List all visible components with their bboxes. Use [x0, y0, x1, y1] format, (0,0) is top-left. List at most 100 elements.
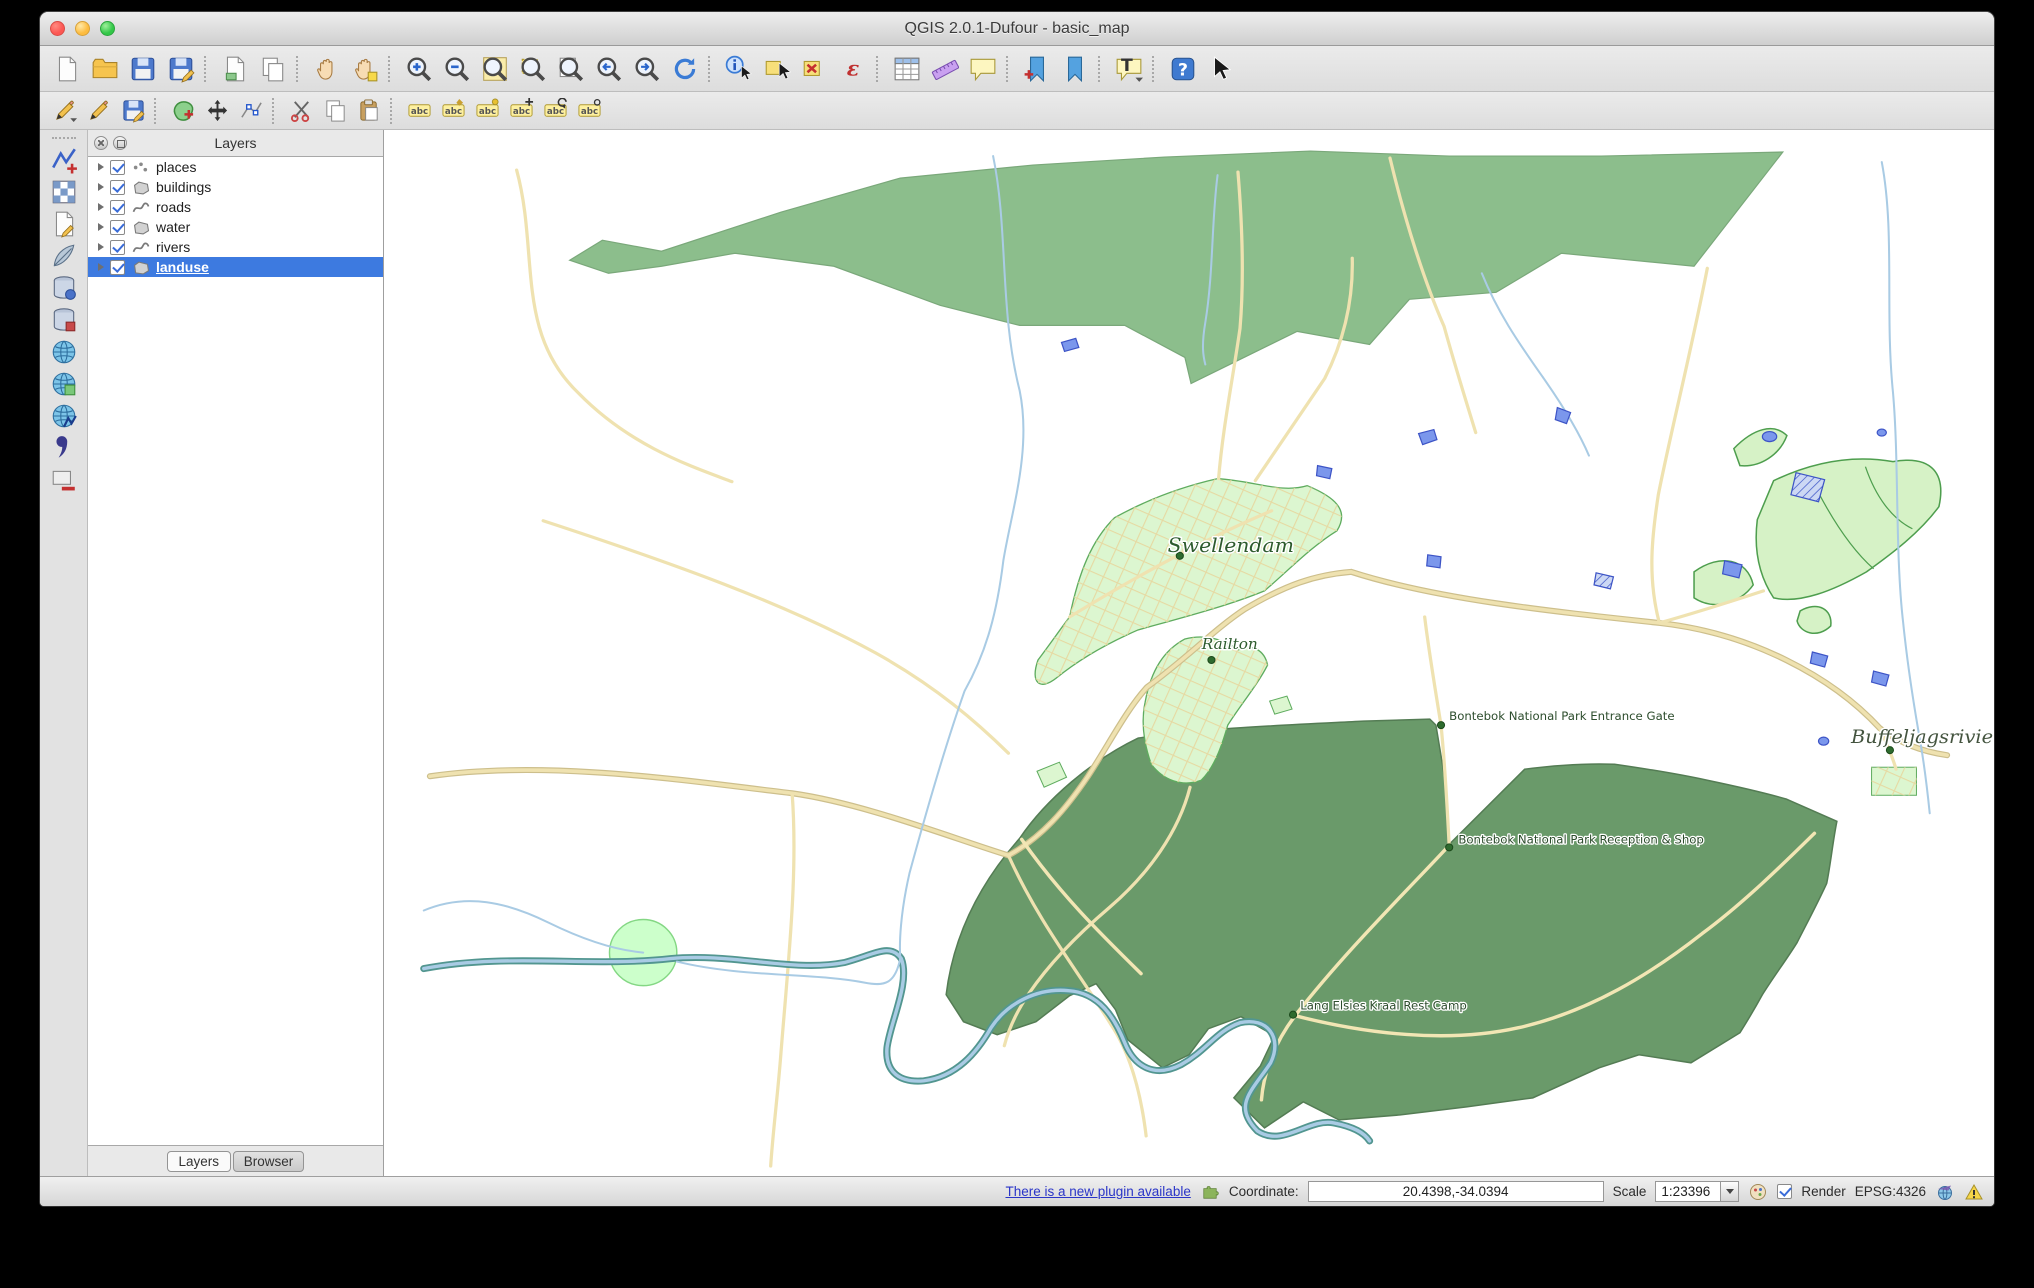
paste-features-button[interactable]: [352, 95, 386, 127]
new-shapefile-layer-button[interactable]: [45, 208, 83, 240]
layer-row-roads[interactable]: roads: [88, 197, 383, 217]
pin-unpin-labels-button[interactable]: abc: [436, 95, 470, 127]
scale-input[interactable]: [1656, 1182, 1721, 1201]
layer-checkbox[interactable]: [110, 219, 125, 235]
select-features-button[interactable]: [758, 50, 796, 88]
move-feature-button[interactable]: [200, 95, 234, 127]
layer-row-rivers[interactable]: rivers: [88, 237, 383, 257]
cut-features-button[interactable]: [284, 95, 318, 127]
national-park-polygon: [945, 718, 1838, 1129]
layer-row-water[interactable]: water: [88, 217, 383, 237]
deselect-features-button[interactable]: [796, 50, 834, 88]
remove-layer-button[interactable]: [45, 464, 83, 496]
add-wms-layer-button[interactable]: [45, 336, 83, 368]
new-bookmark-button[interactable]: [1018, 50, 1056, 88]
scale-dropdown-button[interactable]: [1720, 1182, 1739, 1201]
copy-icon: [323, 98, 348, 123]
layer-checkbox[interactable]: [110, 159, 125, 175]
zoom-in-button[interactable]: [400, 50, 438, 88]
node-tool-icon: [240, 102, 262, 118]
save-layer-edits-button[interactable]: [116, 95, 150, 127]
pan-map-to-selection-button[interactable]: [346, 50, 384, 88]
add-raster-layer-button[interactable]: [45, 176, 83, 208]
add-feature-button[interactable]: [166, 95, 200, 127]
expand-arrow-icon[interactable]: [94, 223, 108, 231]
pan-map-button[interactable]: [308, 50, 346, 88]
expand-arrow-icon[interactable]: [94, 163, 108, 171]
expand-arrow-icon[interactable]: [94, 183, 108, 191]
composer-manager-button[interactable]: [254, 50, 292, 88]
layer-checkbox[interactable]: [110, 199, 125, 215]
road-northwest: [515, 168, 734, 484]
open-project-button[interactable]: [86, 50, 124, 88]
layer-row-buildings[interactable]: buildings: [88, 177, 383, 197]
zoom-out-button[interactable]: [438, 50, 476, 88]
window-titlebar[interactable]: QGIS 2.0.1-Dufour - basic_map: [40, 12, 1994, 46]
tab-layers[interactable]: Layers: [166, 1150, 231, 1172]
plugin-icon[interactable]: [1200, 1182, 1220, 1202]
layer-checkbox[interactable]: [110, 239, 125, 255]
measure-line-button[interactable]: [926, 50, 964, 88]
labeling-options-button[interactable]: abc: [402, 95, 436, 127]
tab-browser[interactable]: Browser: [232, 1150, 305, 1172]
add-postgis-layer-button[interactable]: [45, 272, 83, 304]
scale-combo[interactable]: [1655, 1181, 1740, 1202]
highlight-pinned-labels-button[interactable]: abc: [470, 95, 504, 127]
save-project-button[interactable]: [124, 50, 162, 88]
zoom-next-button[interactable]: [628, 50, 666, 88]
add-wcs-layer-button[interactable]: [45, 368, 83, 400]
toolbar-separator: [154, 97, 162, 124]
zoom-to-selection-button[interactable]: [514, 50, 552, 88]
add-mssql-layer-button[interactable]: [45, 304, 83, 336]
expand-arrow-icon[interactable]: [94, 243, 108, 251]
rotate-label-button[interactable]: abc: [538, 95, 572, 127]
map-tips-button[interactable]: [964, 50, 1002, 88]
coordinate-input[interactable]: [1307, 1181, 1604, 1202]
crs-status-button[interactable]: [1935, 1182, 1955, 1202]
refresh-map-button[interactable]: [666, 50, 704, 88]
new-project-button[interactable]: [48, 50, 86, 88]
copy-features-button[interactable]: [318, 95, 352, 127]
save-project-as-button[interactable]: [162, 50, 200, 88]
zoom-layer-icon: [557, 55, 585, 83]
open-attribute-table-button[interactable]: [888, 50, 926, 88]
add-spatialite-layer-button[interactable]: [45, 240, 83, 272]
show-bookmarks-button[interactable]: [1056, 50, 1094, 88]
water-body: [1426, 554, 1442, 569]
layer-row-places[interactable]: places: [88, 157, 383, 177]
expand-arrow-icon[interactable]: [94, 203, 108, 211]
change-label-properties-button[interactable]: abc: [572, 95, 606, 127]
zoom-to-layer-button[interactable]: [552, 50, 590, 88]
text-annotation-button[interactable]: T: [1110, 50, 1148, 88]
node-tool-button[interactable]: [234, 95, 268, 127]
select-by-expression-button[interactable]: ε: [834, 50, 872, 88]
whats-this-button[interactable]: [1202, 50, 1240, 88]
plugin-available-link[interactable]: There is a new plugin available: [1005, 1184, 1190, 1199]
zoom-last-button[interactable]: [590, 50, 628, 88]
layer-checkbox[interactable]: [110, 259, 125, 275]
point-layer-icon: [129, 160, 153, 175]
zoom-last-icon: [595, 55, 623, 83]
map-label-railton: Railton: [1201, 635, 1258, 653]
move-label-button[interactable]: abc: [504, 95, 538, 127]
messages-log-button[interactable]: [1964, 1182, 1984, 1202]
toolbar-handle[interactable]: [51, 137, 76, 139]
add-delimited-text-layer-button[interactable]: [45, 432, 83, 464]
layer-checkbox[interactable]: [110, 179, 125, 195]
zoom-full-extent-button[interactable]: [476, 50, 514, 88]
current-edits-button[interactable]: [48, 95, 82, 127]
help-contents-button[interactable]: ?: [1164, 50, 1202, 88]
add-vector-layer-button[interactable]: [45, 144, 83, 176]
toggle-editing-button[interactable]: [82, 95, 116, 127]
layer-row-landuse[interactable]: landuse: [88, 257, 383, 277]
identify-features-button[interactable]: [720, 50, 758, 88]
add-wfs-layer-button[interactable]: [45, 400, 83, 432]
map-canvas[interactable]: Swellendam Railton Bontebok National Par…: [384, 130, 1994, 1176]
place-dot-rest-camp: [1288, 1010, 1298, 1019]
expand-arrow-icon[interactable]: [94, 263, 108, 271]
render-status-icon: [1748, 1182, 1768, 1202]
render-checkbox[interactable]: [1777, 1184, 1793, 1199]
zoom-out-icon: [443, 55, 471, 83]
new-print-composer-button[interactable]: [216, 50, 254, 88]
road-west-diagonal: [541, 519, 1011, 755]
